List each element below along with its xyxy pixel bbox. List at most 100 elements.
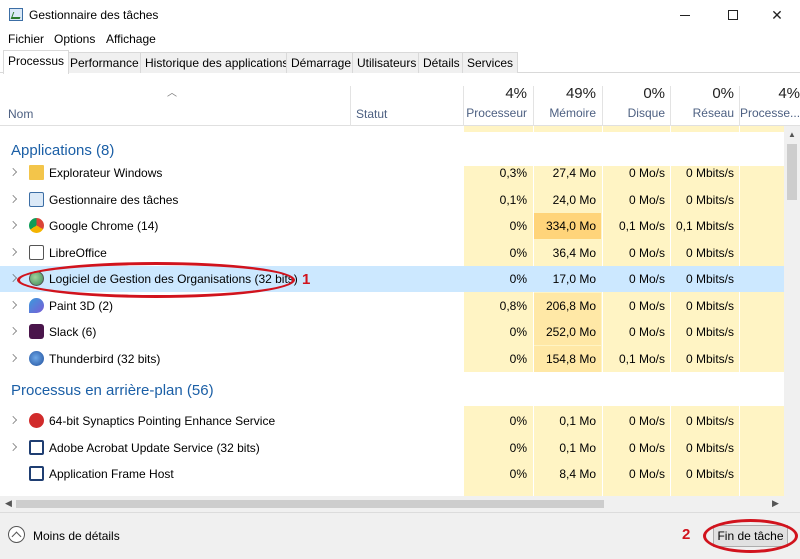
close-button[interactable]: ✕ (754, 0, 800, 30)
cell-mem: 206,8 Mo (545, 298, 596, 313)
close-icon: ✕ (771, 6, 783, 23)
cell-disk: 0,1 Mo/s (618, 219, 665, 233)
disk-total: 0% (643, 85, 665, 102)
process-name: Google Chrome (14) (49, 219, 159, 233)
annotation-number-1: 1 (302, 271, 311, 288)
tab-demarrage[interactable]: Démarrage (286, 52, 357, 73)
process-row[interactable]: 64-bit Synaptics Pointing Enhance Servic… (0, 408, 784, 434)
chrome-icon (29, 218, 44, 233)
vertical-scrollbar[interactable]: ▲ (784, 126, 800, 496)
synaptics-icon (29, 413, 44, 428)
tab-performance[interactable]: Performance (65, 52, 144, 73)
cell-mem: 36,4 Mo (552, 245, 596, 260)
column-header-gpu[interactable]: 4% Processe... (740, 85, 800, 120)
process-row[interactable]: Adobe Acrobat Update Service (32 bits) 0%… (0, 435, 784, 461)
column-header-status[interactable]: Statut (356, 107, 387, 121)
scroll-left-icon[interactable]: ◀ (5, 498, 12, 509)
column-header-memory[interactable]: 49% Mémoire (534, 85, 596, 120)
fewer-details-link[interactable]: Moins de détails (33, 529, 120, 543)
scroll-right-icon[interactable]: ▶ (772, 498, 779, 509)
horizontal-scrollbar[interactable]: ◀ ▶ (0, 496, 784, 512)
process-table: Applications (8) Processus en arrière-pl… (0, 126, 784, 496)
process-name: Thunderbird (32 bits) (49, 351, 161, 366)
cell-mem: 27,4 Mo (552, 166, 596, 180)
thunderbird-icon (29, 350, 44, 366)
process-row[interactable]: Paint 3D (2) 0,8% 206,8 Mo 0 Mo/s 0 Mbits/s (0, 292, 784, 319)
expand-chevron-icon[interactable] (9, 300, 17, 309)
expand-chevron-icon[interactable] (9, 221, 17, 229)
cell-net: 0 Mbits/s (685, 325, 734, 339)
tab-details[interactable]: Détails (418, 52, 465, 73)
cell-mem: 0,1 Mo (559, 440, 596, 455)
group-title-applications: Applications (8) (11, 142, 115, 159)
cell-cpu: 0% (509, 467, 527, 481)
expand-chevron-icon[interactable] (9, 194, 17, 203)
cell-disk: 0 Mo/s (628, 298, 665, 313)
expand-chevron-icon[interactable] (9, 442, 17, 451)
expand-chevron-icon[interactable] (9, 353, 17, 362)
menu-options[interactable]: Options (54, 32, 95, 46)
process-row[interactable]: Google Chrome (14) 0% 334,0 Mo 0,1 Mo/s 0,1 … (0, 213, 784, 239)
expand-chevron-icon[interactable] (9, 168, 17, 176)
expand-chevron-icon[interactable] (9, 416, 17, 424)
tab-historique[interactable]: Historique des applications (140, 52, 294, 73)
disk-label: Disque (627, 106, 665, 120)
cell-mem: 8,4 Mo (559, 467, 596, 481)
collapse-details-icon[interactable] (8, 526, 25, 543)
column-header-name[interactable]: Nom (8, 107, 33, 121)
process-row[interactable]: Logiciel de Gestion des Organisations (3… (0, 266, 784, 292)
cell-disk: 0 Mo/s (628, 325, 665, 339)
cell-mem: 0,1 Mo (559, 414, 596, 428)
scrollbar-corner (784, 496, 800, 512)
menu-fichier[interactable]: Fichier (8, 32, 44, 46)
tab-strip: Processus Performance Historique des app… (0, 50, 800, 74)
cell-cpu: 0,3% (499, 166, 527, 180)
process-row[interactable]: Slack (6) 0% 252,0 Mo 0 Mo/s 0 Mbits/s (0, 319, 784, 345)
process-name: Paint 3D (2) (49, 298, 114, 313)
cell-disk: 0,1 Mo/s (618, 351, 665, 366)
scroll-up-icon[interactable]: ▲ (788, 130, 796, 139)
group-title-background: Processus en arrière-plan (56) (11, 382, 214, 399)
cpu-label: Processeur (466, 106, 527, 120)
cell-disk: 0 Mo/s (628, 245, 665, 260)
tab-utilisateurs[interactable]: Utilisateurs (352, 52, 422, 73)
cell-cpu: 0% (509, 414, 527, 428)
maximize-icon (728, 10, 738, 20)
column-header-network[interactable]: 0% Réseau (671, 85, 734, 120)
title-bar: Gestionnaire des tâches ✕ (0, 0, 800, 30)
process-row[interactable]: Application Frame Host 0% 8,4 Mo 0 Mo/s 0 Mb… (0, 461, 784, 487)
column-header-disk[interactable]: 0% Disque (603, 85, 665, 120)
process-name: LibreOffice (49, 245, 107, 260)
cell-cpu: 0,8% (499, 298, 527, 313)
cell-cpu: 0% (509, 351, 527, 366)
maximize-button[interactable] (710, 0, 756, 30)
cell-mem: 252,0 Mo (545, 325, 596, 339)
expand-chevron-icon[interactable] (9, 327, 17, 335)
tab-processus[interactable]: Processus (3, 50, 70, 74)
cell-cpu: 0,1% (499, 192, 527, 207)
slack-icon (29, 324, 44, 339)
sort-ascending-icon: ︿ (167, 88, 177, 99)
expand-chevron-icon[interactable] (9, 247, 17, 256)
cell-cpu: 0% (509, 272, 527, 286)
cell-net: 0 Mbits/s (685, 245, 734, 260)
cell-net: 0 Mbits/s (685, 166, 734, 180)
process-row[interactable]: Explorateur Windows 0,3% 27,4 Mo 0 Mo/s 0 Mb… (0, 160, 784, 186)
process-row[interactable]: LibreOffice 0% 36,4 Mo 0 Mo/s 0 Mbits/s (0, 240, 784, 266)
process-row[interactable]: Thunderbird (32 bits) 0% 154,8 Mo 0,1 Mo/s 0… (0, 345, 784, 372)
vertical-scroll-thumb[interactable] (787, 144, 797, 200)
end-task-button[interactable]: Fin de tâche (713, 525, 788, 547)
process-row[interactable]: Gestionnaire des tâches 0,1% 24,0 Mo 0 Mo/s… (0, 187, 784, 213)
column-header-cpu[interactable]: 4% Processeur (464, 85, 527, 120)
process-name: 64-bit Synaptics Pointing Enhance Servic… (49, 414, 276, 428)
cell-mem: 154,8 Mo (545, 351, 596, 366)
menu-affichage[interactable]: Affichage (106, 32, 156, 46)
paint3d-icon (29, 297, 44, 313)
tab-services[interactable]: Services (462, 52, 519, 73)
horizontal-scroll-thumb[interactable] (16, 500, 604, 508)
cell-disk: 0 Mo/s (628, 272, 665, 286)
cell-net: 0 Mbits/s (685, 440, 734, 455)
memory-label: Mémoire (549, 106, 596, 120)
cell-cpu: 0% (509, 325, 527, 339)
minimize-button[interactable] (662, 0, 708, 30)
